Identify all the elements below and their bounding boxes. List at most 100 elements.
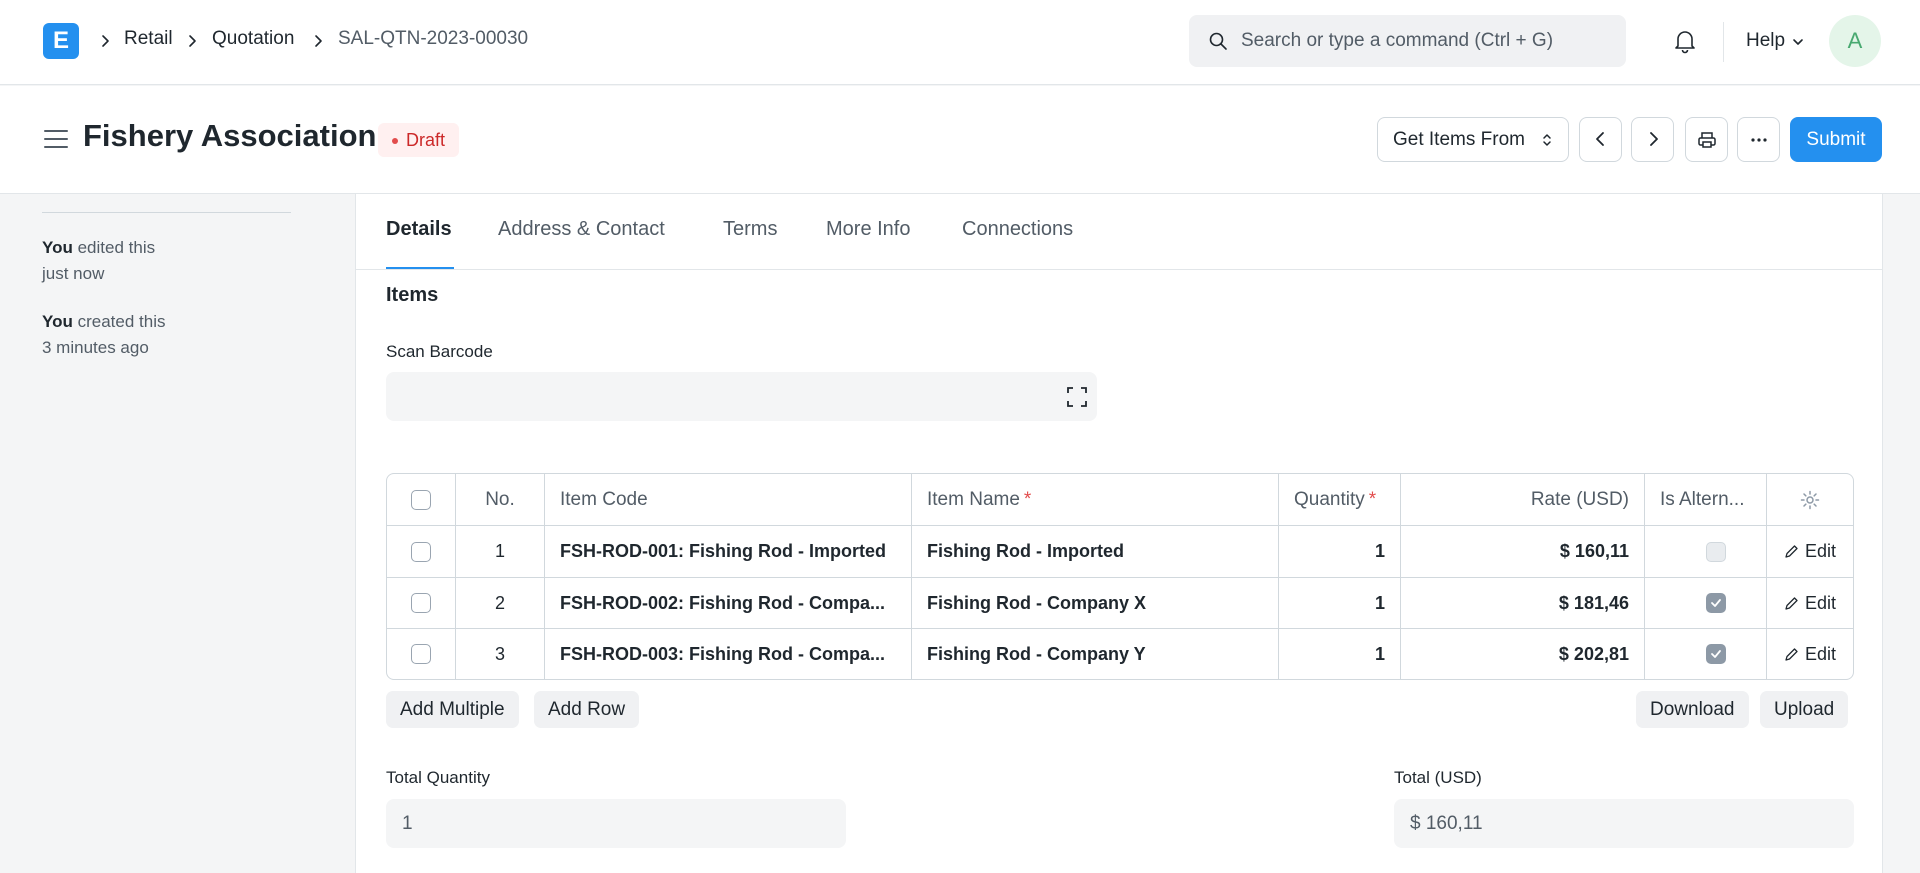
- edit-label: Edit: [1804, 592, 1837, 613]
- search-input[interactable]: [1241, 15, 1611, 67]
- tab-terms[interactable]: Terms: [723, 218, 777, 241]
- help-menu[interactable]: Help: [1746, 30, 1785, 52]
- item-code-cell[interactable]: FSH-ROD-001: Fishing Rod - Imported: [544, 526, 911, 577]
- form-card: Details Address & Contact Terms More Inf…: [355, 194, 1883, 873]
- breadcrumb-document[interactable]: SAL-QTN-2023-00030: [338, 28, 528, 50]
- add-multiple-button[interactable]: Add Multiple: [386, 691, 519, 728]
- breadcrumb-retail[interactable]: Retail: [124, 28, 173, 50]
- app-logo[interactable]: E: [43, 23, 79, 59]
- page-title: Fishery Association: [83, 118, 377, 153]
- tabs-divider: [356, 269, 1882, 270]
- items-table: No. Item Code Item Name * Quantity * Rate …: [386, 473, 1854, 680]
- scan-barcode-field[interactable]: [386, 372, 1097, 421]
- quantity-cell[interactable]: 1: [1278, 629, 1400, 679]
- scan-icon[interactable]: [1067, 387, 1087, 407]
- edit-row-button[interactable]: Edit: [1784, 644, 1836, 665]
- activity-item: You edited this just now: [42, 235, 282, 287]
- is-alternative-cell: [1644, 629, 1766, 679]
- edit-label: Edit: [1804, 541, 1837, 561]
- section-title-items: Items: [386, 284, 439, 306]
- pencil-icon: [1785, 647, 1798, 661]
- upload-button[interactable]: Upload: [1760, 691, 1849, 728]
- avatar[interactable]: A: [1829, 15, 1881, 67]
- edit-label: Edit: [1804, 643, 1837, 664]
- status-badge: Draft: [378, 123, 460, 157]
- edit-row-button[interactable]: Edit: [1784, 593, 1836, 614]
- tab-connections[interactable]: Connections: [962, 218, 1073, 241]
- activity-time: just now: [42, 264, 105, 283]
- sidebar-divider: [42, 212, 291, 213]
- navbar: E Retail Quotation SAL-QTN-2023-00030 He…: [0, 0, 1920, 85]
- select-all-checkbox[interactable]: [411, 489, 431, 510]
- total-quantity-field[interactable]: 1: [386, 799, 846, 848]
- quantity-cell[interactable]: 1: [1278, 578, 1400, 628]
- edit-row-cell: Edit: [1766, 629, 1853, 679]
- tab-address-contact[interactable]: Address & Contact: [498, 218, 665, 241]
- print-button[interactable]: [1685, 117, 1728, 162]
- tab-more-info[interactable]: More Info: [826, 218, 910, 241]
- item-name-cell[interactable]: Fishing Rod - Company Y: [911, 629, 1278, 679]
- submit-button[interactable]: Submit: [1790, 117, 1882, 162]
- activity-item: You created this 3 minutes ago: [42, 309, 282, 361]
- total-usd-field[interactable]: $ 160,11: [1394, 799, 1854, 848]
- download-button[interactable]: Download: [1636, 691, 1749, 728]
- notification-bell-icon[interactable]: [1672, 28, 1698, 54]
- sidebar-toggle-icon[interactable]: [43, 128, 69, 150]
- printer-icon: [1698, 132, 1716, 148]
- is-alternative-checkbox[interactable]: [1706, 541, 1726, 562]
- table-row[interactable]: 3 FSH-ROD-003: Fishing Rod - Compa... Fi…: [387, 628, 1853, 679]
- search-icon: [1209, 32, 1227, 50]
- item-code-cell[interactable]: FSH-ROD-002: Fishing Rod - Compa...: [544, 578, 911, 628]
- column-settings-cell: [1766, 474, 1853, 525]
- search-bar[interactable]: [1189, 15, 1626, 67]
- get-items-from-button[interactable]: Get Items From: [1377, 117, 1569, 162]
- chevron-right-icon: [189, 35, 196, 47]
- breadcrumb-quotation[interactable]: Quotation: [212, 28, 294, 50]
- row-checkbox[interactable]: [411, 593, 431, 613]
- rate-cell[interactable]: $ 202,81: [1400, 629, 1644, 679]
- column-header-is-alternative: Is Altern...: [1644, 474, 1766, 525]
- table-row[interactable]: 2 FSH-ROD-002: Fishing Rod - Compa... Fi…: [387, 577, 1853, 628]
- column-header-item-code: Item Code: [544, 474, 911, 525]
- next-document-button[interactable]: [1631, 117, 1674, 162]
- item-name-cell[interactable]: Fishing Rod - Company X: [911, 578, 1278, 628]
- gear-icon[interactable]: [1800, 490, 1820, 510]
- rate-cell[interactable]: $ 160,11: [1400, 526, 1644, 577]
- is-alternative-checkbox[interactable]: [1706, 593, 1726, 613]
- item-code-cell[interactable]: FSH-ROD-003: Fishing Rod - Compa...: [544, 629, 911, 679]
- pencil-icon: [1785, 596, 1798, 610]
- column-header-rate: Rate (USD): [1400, 474, 1644, 525]
- table-row[interactable]: 1 FSH-ROD-001: Fishing Rod - Imported Fi…: [387, 526, 1853, 577]
- chevron-down-icon[interactable]: [1791, 35, 1805, 49]
- chevron-right-icon: [102, 35, 109, 47]
- required-asterisk: *: [1368, 488, 1377, 510]
- previous-document-button[interactable]: [1579, 117, 1622, 162]
- rate-cell[interactable]: $ 181,46: [1400, 578, 1644, 628]
- navbar-divider: [1723, 22, 1724, 62]
- item-name-header-label: Item Name: [927, 488, 1020, 510]
- chevron-right-icon: [1650, 132, 1658, 146]
- chevron-left-icon: [1596, 132, 1604, 146]
- quantity-header-label: Quantity: [1294, 488, 1365, 510]
- row-checkbox[interactable]: [411, 644, 431, 664]
- edit-row-cell: Edit: [1766, 578, 1853, 628]
- total-quantity-label: Total Quantity: [386, 768, 490, 787]
- is-alternative-checkbox[interactable]: [1706, 644, 1726, 664]
- tab-details[interactable]: Details: [386, 218, 452, 241]
- item-code-value: FSH-ROD-001: Fishing Rod - Imported: [560, 541, 886, 561]
- activity-actor: You: [42, 238, 73, 257]
- row-select-cell: [387, 526, 455, 577]
- edit-row-button[interactable]: Edit: [1784, 541, 1836, 562]
- row-number: 2: [455, 578, 544, 628]
- item-code-value: FSH-ROD-003: Fishing Rod - Compa...: [560, 643, 886, 664]
- activity-action: created this: [77, 312, 166, 331]
- row-checkbox[interactable]: [411, 541, 431, 562]
- scan-barcode-label: Scan Barcode: [386, 342, 493, 361]
- table-header-row: No. Item Code Item Name * Quantity * Rate …: [387, 474, 1853, 526]
- add-row-button[interactable]: Add Row: [534, 691, 640, 728]
- row-number: 3: [455, 629, 544, 679]
- item-name-cell[interactable]: Fishing Rod - Imported: [911, 526, 1278, 577]
- more-actions-button[interactable]: [1737, 117, 1780, 162]
- column-header-quantity: Quantity *: [1278, 474, 1400, 525]
- quantity-cell[interactable]: 1: [1278, 526, 1400, 577]
